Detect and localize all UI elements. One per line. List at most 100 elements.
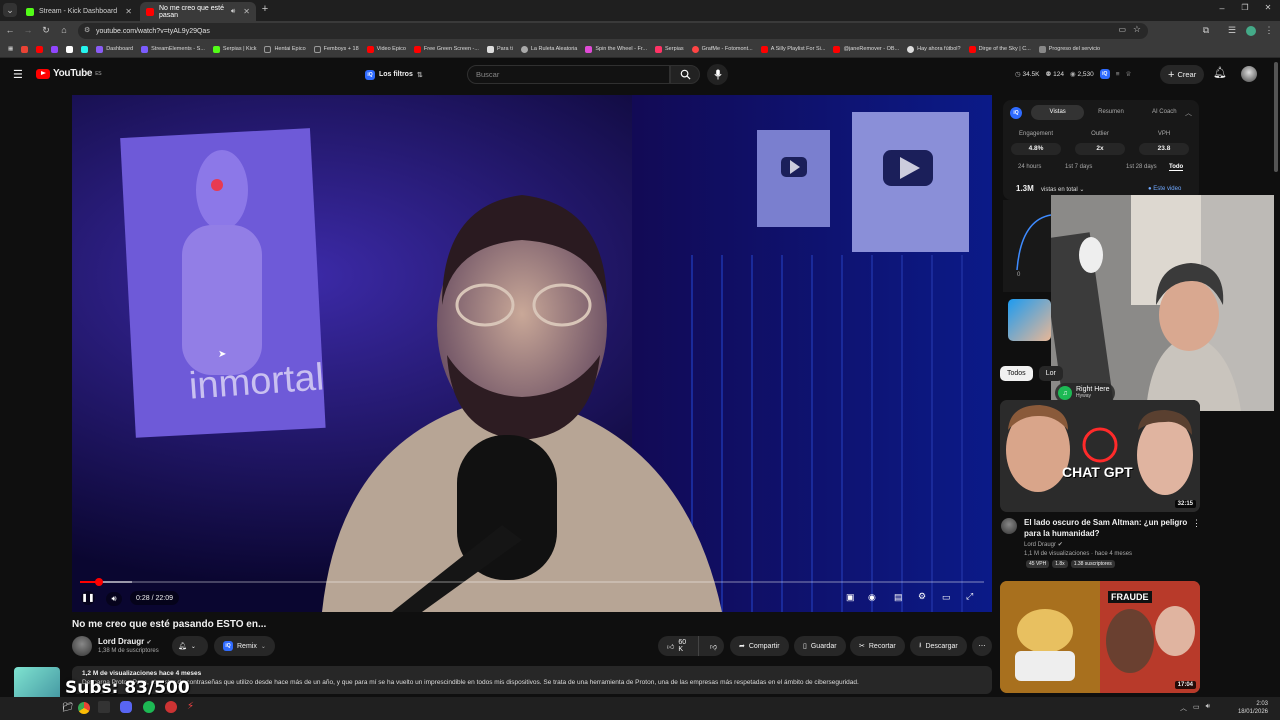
more-actions-button[interactable]: ⋯ bbox=[972, 636, 992, 656]
youtube-logo[interactable]: YouTube ES bbox=[36, 68, 102, 79]
bookmark-gmail[interactable] bbox=[17, 45, 32, 53]
channel-avatar[interactable] bbox=[72, 636, 92, 656]
share-button[interactable]: ➦ Compartir bbox=[730, 636, 789, 656]
bookmark-tiktok[interactable] bbox=[77, 45, 92, 53]
folder-icon[interactable]: 📁︎ bbox=[62, 702, 73, 713]
home-button[interactable]: ⌂ bbox=[58, 25, 70, 35]
reading-list-icon[interactable]: ☰ bbox=[1226, 25, 1238, 36]
tab-resumen[interactable]: Resumen bbox=[1084, 105, 1137, 120]
back-button[interactable]: ← bbox=[4, 25, 16, 35]
bookmark-item[interactable]: Femboys + 18 bbox=[310, 45, 363, 53]
miniplayer-icon[interactable]: ▭ bbox=[942, 592, 951, 603]
bookmark-item[interactable]: Spin the Wheel - Fr... bbox=[581, 45, 651, 53]
settings-gear-icon[interactable]: ⚙︎ bbox=[918, 591, 926, 602]
views-dropdown[interactable]: vistas en total ⌄ bbox=[1041, 186, 1084, 193]
site-info-icon[interactable]: ⚙︎ bbox=[84, 26, 90, 34]
tab-search-button[interactable]: ⌄ bbox=[3, 3, 17, 17]
forward-button[interactable]: → bbox=[22, 25, 34, 35]
notification-bell-button[interactable]: 🔔︎ ⌄ bbox=[172, 636, 208, 656]
cast-icon[interactable]: ▭ bbox=[1118, 25, 1126, 34]
notifications-bell-icon[interactable]: 🔔︎ bbox=[1213, 66, 1227, 79]
related-thumbnail[interactable] bbox=[1008, 299, 1051, 341]
video-player[interactable]: inmortal bbox=[72, 95, 992, 612]
subtitles-icon[interactable]: ▤ bbox=[894, 592, 903, 603]
recommendation-channel[interactable]: Lord Draugr ✔︎ bbox=[1024, 541, 1063, 548]
bookmark-item[interactable]: StreamElements - S... bbox=[137, 45, 209, 53]
close-tab-icon[interactable]: ✕ bbox=[125, 7, 132, 16]
speaker-icon[interactable]: 🔊︎ bbox=[231, 8, 235, 16]
bookmark-twitch[interactable] bbox=[47, 45, 62, 53]
menu-icon[interactable]: ⋮ bbox=[1263, 25, 1275, 36]
trophy-icon[interactable]: ♕ bbox=[1126, 70, 1132, 78]
bookmark-x[interactable] bbox=[62, 45, 77, 53]
close-tab-icon[interactable]: ✕ bbox=[243, 7, 250, 16]
save-button[interactable]: ▯ Guardar bbox=[794, 636, 846, 656]
fullscreen-icon[interactable]: ⤢ bbox=[966, 591, 973, 602]
more-options-icon[interactable]: ⋮ bbox=[1192, 518, 1201, 529]
autoplay-toggle[interactable]: ◉ bbox=[868, 592, 876, 603]
bookmark-item[interactable]: Progreso del servicio bbox=[1035, 45, 1104, 53]
app-icon[interactable] bbox=[98, 701, 110, 713]
bookmark-item[interactable]: Free Green Screen -... bbox=[410, 45, 483, 53]
download-button[interactable]: ⭳ Descargar bbox=[910, 636, 967, 656]
bookmark-item[interactable]: Serpias | Kick bbox=[209, 45, 261, 53]
chrome-icon[interactable] bbox=[78, 702, 90, 714]
bookmark-item[interactable]: A Silly Playlist For Si... bbox=[757, 45, 830, 53]
system-clock[interactable]: 2:03 18/01/2026 bbox=[1232, 700, 1268, 716]
recommendation-title[interactable]: El lado oscuro de Sam Altman: ¿un peligr… bbox=[1024, 517, 1189, 539]
range-option[interactable]: 1st 7 days bbox=[1065, 164, 1092, 170]
page-scrollbar[interactable] bbox=[1274, 62, 1278, 172]
hamburger-menu-icon[interactable]: ☰ bbox=[13, 68, 23, 81]
search-input[interactable]: Buscar bbox=[467, 65, 670, 84]
tab-youtube-video[interactable]: No me creo que esté pasan 🔊︎ ✕ bbox=[140, 2, 256, 21]
network-icon[interactable]: ▭ bbox=[1193, 703, 1200, 713]
channel-name[interactable]: Lord Draugr ✔︎ bbox=[98, 637, 152, 646]
tab-ai-coach[interactable]: AI Coach bbox=[1138, 105, 1191, 120]
bookmark-item[interactable]: Video Epico bbox=[363, 45, 410, 53]
chip-channel[interactable]: Lor bbox=[1038, 366, 1063, 381]
bookmark-item[interactable]: Hay ahora fútbol? bbox=[903, 45, 964, 53]
recommendation-thumbnail[interactable]: FRAUDE 17:04 bbox=[1000, 581, 1200, 693]
profile-avatar[interactable] bbox=[1246, 26, 1256, 36]
bookmark-item[interactable]: GrafMe - Fotomont... bbox=[688, 45, 757, 53]
discord-icon[interactable] bbox=[120, 701, 132, 713]
bookmark-item[interactable]: Serpias bbox=[651, 45, 688, 53]
volume-button[interactable]: 🔊︎ bbox=[106, 592, 122, 606]
minimize-button[interactable]: – bbox=[1216, 3, 1228, 13]
account-avatar[interactable] bbox=[1241, 66, 1257, 82]
restore-button[interactable]: ❐ bbox=[1239, 3, 1251, 12]
chip-todos[interactable]: Todos bbox=[1000, 366, 1033, 381]
extensions-icon[interactable]: ⧉ bbox=[1200, 25, 1212, 36]
progress-scrubber-handle[interactable] bbox=[94, 578, 103, 586]
collapse-chevron-icon[interactable]: ︿ bbox=[1185, 108, 1192, 118]
range-option[interactable]: 1st 28 days bbox=[1126, 164, 1157, 170]
app-icon[interactable]: ⚡︎ bbox=[187, 701, 194, 712]
list-icon[interactable]: ≡ bbox=[1116, 71, 1120, 78]
voice-search-button[interactable] bbox=[707, 64, 728, 85]
tab-kick-dashboard[interactable]: Stream - Kick Dashboard ✕ bbox=[20, 2, 138, 21]
dislike-button[interactable]: 👎︎ bbox=[703, 642, 724, 651]
bookmark-item[interactable]: @janeRemover - OB... bbox=[829, 45, 903, 53]
like-button[interactable]: 👍︎ 60 K bbox=[658, 636, 699, 656]
video-progress-bar[interactable] bbox=[80, 578, 984, 586]
spotify-icon[interactable] bbox=[143, 701, 155, 713]
description-box[interactable]: 1,2 M de visualizaciones hace 4 meses De… bbox=[72, 666, 992, 694]
clip-button[interactable]: ✂︎ Recortar bbox=[850, 636, 905, 656]
volume-icon[interactable]: 🔊︎ bbox=[1206, 703, 1210, 713]
address-bar[interactable]: ⚙︎ youtube.com/watch?v=tyAL9y29Qas ▭ ☆ bbox=[78, 23, 1148, 39]
range-option-selected[interactable]: Todo bbox=[1169, 164, 1184, 171]
apps-icon[interactable]: ▦ bbox=[4, 46, 17, 52]
vidiq-icon[interactable]: iQ bbox=[1099, 69, 1110, 79]
bookmark-youtube[interactable] bbox=[32, 45, 47, 53]
range-option[interactable]: 24 hours bbox=[1018, 164, 1041, 170]
new-tab-button[interactable]: + bbox=[259, 3, 271, 15]
bookmark-star-icon[interactable]: ☆ bbox=[1133, 24, 1141, 35]
bookmark-item[interactable]: Dirge of the Sky | C... bbox=[965, 45, 1035, 53]
search-button[interactable] bbox=[670, 65, 700, 84]
bookmark-item[interactable]: Dashboard bbox=[92, 45, 137, 53]
bookmark-item[interactable]: La Ruleta Aleatoria bbox=[517, 45, 581, 53]
tab-vistas[interactable]: Vistas bbox=[1031, 105, 1085, 120]
pause-button[interactable]: ❚❚ bbox=[81, 591, 95, 605]
channel-avatar[interactable] bbox=[1001, 518, 1017, 534]
close-window-button[interactable]: ✕ bbox=[1262, 3, 1274, 12]
